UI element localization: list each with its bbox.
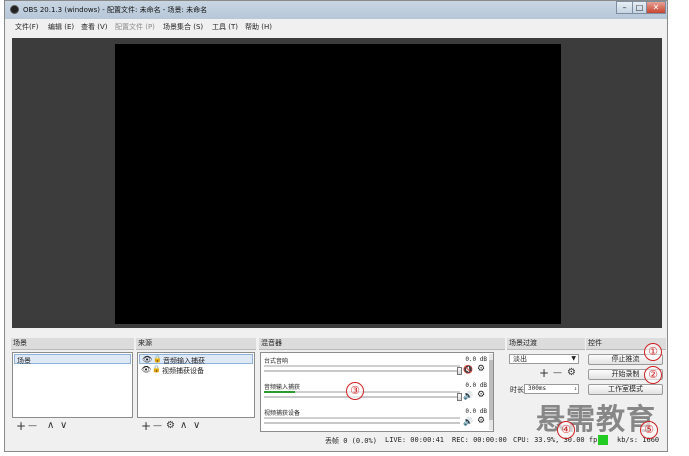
lock-icon[interactable]: 🔒 [152, 365, 161, 373]
remove-source-button[interactable]: — [153, 420, 162, 432]
volume-slider-handle[interactable] [457, 393, 462, 401]
menu-view[interactable]: 查看 (V) [81, 22, 107, 32]
scenes-list[interactable]: 场景 [12, 352, 133, 418]
transitions-dock-title: 场景过渡 [507, 338, 585, 350]
move-scene-down-button[interactable]: ∨ [60, 420, 67, 432]
volume-slider-track[interactable] [264, 370, 460, 372]
transition-select[interactable]: 淡出 ▼ [509, 354, 579, 364]
lock-icon[interactable]: 🔒 [153, 355, 162, 363]
source-item[interactable]: 👁 🔒 音频输入捕获 [139, 354, 253, 365]
annotation-4: ④ [557, 421, 575, 439]
channel-db: 0.0 dB [465, 356, 487, 363]
menu-file[interactable]: 文件(F) [15, 22, 39, 32]
muted-speaker-icon[interactable]: 🔇 [463, 365, 473, 374]
transition-selected: 淡出 [513, 355, 527, 363]
sources-dock: 来源 👁 🔒 音频输入捕获 👁 🔒 视频捕获设备 + — ⚙ ∧ ∨ [136, 338, 256, 436]
add-transition-button[interactable]: + [539, 367, 549, 379]
annotation-3: ③ [346, 382, 364, 400]
scenes-dock-title: 场景 [11, 338, 134, 350]
eye-icon[interactable]: 👁 [142, 355, 152, 364]
add-source-button[interactable]: + [141, 420, 151, 432]
menu-help[interactable]: 帮助 (H) [245, 22, 272, 32]
studio-mode-button[interactable]: 工作室模式 [588, 384, 663, 395]
eye-icon[interactable]: 👁 [141, 365, 151, 374]
volume-slider-handle[interactable] [457, 367, 462, 375]
speaker-icon[interactable]: 🔊 [463, 417, 473, 426]
channel-settings-gear-icon[interactable]: ⚙ [477, 416, 485, 426]
preview-canvas[interactable] [115, 44, 561, 324]
menu-tools[interactable]: 工具 (T) [212, 22, 238, 32]
channel-db: 0.0 dB [465, 408, 487, 415]
channel-db: 0.0 dB [465, 382, 487, 389]
add-scene-button[interactable]: + [16, 420, 26, 432]
scene-item[interactable]: 场景 [14, 354, 131, 365]
volume-slider-track[interactable] [264, 422, 460, 424]
sources-dock-title: 来源 [136, 338, 256, 350]
watermark-text: 悬需教育 [536, 402, 657, 436]
menu-scene-collection[interactable]: 场景集合 (S) [163, 22, 203, 32]
volume-meter [264, 365, 460, 367]
mixer-channel: 音频输入捕获 0.0 dB 🔊 ⚙ [261, 381, 493, 405]
rec-timer: REC: 00:00:00 [452, 436, 507, 444]
annotation-2: ② [644, 366, 662, 384]
mixer-channels: 台式音响 0.0 dB 🔇 ⚙ 音频输入捕获 0.0 dB 🔊 ⚙ 视频捕获设备… [260, 352, 494, 432]
live-timer: LIVE: 00:00:41 [385, 436, 445, 444]
remove-scene-button[interactable]: — [28, 420, 37, 432]
menu-edit[interactable]: 编辑 (E) [48, 22, 74, 32]
title-bar: OBS 20.1.3 (windows) - 配置文件: 未命名 - 场景: 未… [5, 1, 667, 19]
source-item[interactable]: 👁 🔒 视频捕获设备 [139, 365, 253, 375]
minimize-button[interactable]: – [616, 1, 633, 14]
annotation-5: ⑤ [640, 421, 658, 439]
channel-name: 视频捕获设备 [264, 410, 301, 417]
spin-arrows-icon[interactable]: ⇕ [574, 385, 577, 393]
menu-profile[interactable]: 配置文件 (P) [115, 22, 155, 32]
speaker-icon[interactable]: 🔊 [463, 391, 473, 400]
duration-label: 时长 [510, 386, 524, 394]
scenes-dock: 场景 场景 + — ∧ ∨ [11, 338, 134, 436]
channel-settings-gear-icon[interactable]: ⚙ [477, 364, 485, 374]
channel-name: 音频输入捕获 [264, 384, 301, 391]
close-button[interactable]: ✕ [646, 1, 666, 14]
menu-bar: 文件(F) 编辑 (E) 查看 (V) 配置文件 (P) 场景集合 (S) 工具… [5, 19, 667, 34]
dropped-frames: 丢帧 0 (0.0%) [325, 437, 377, 445]
duration-value: 300ms [528, 385, 547, 392]
mixer-scrollbar[interactable] [489, 354, 493, 430]
move-source-up-button[interactable]: ∧ [180, 420, 187, 432]
move-source-down-button[interactable]: ∨ [193, 420, 200, 432]
mixer-channel: 视频捕获设备 0.0 dB 🔊 ⚙ [261, 407, 493, 431]
mixer-channel: 台式音响 0.0 dB 🔇 ⚙ [261, 355, 493, 379]
move-scene-up-button[interactable]: ∧ [47, 420, 54, 432]
annotation-1: ① [644, 343, 662, 361]
obs-logo-icon [10, 5, 19, 14]
channel-name: 台式音响 [264, 358, 289, 365]
maximize-button[interactable]: □ [632, 1, 647, 14]
scene-item-label: 场景 [17, 357, 31, 365]
chevron-down-icon: ▼ [571, 355, 576, 362]
sources-list[interactable]: 👁 🔒 音频输入捕获 👁 🔒 视频捕获设备 [137, 352, 255, 418]
mixer-dock: 混音器 台式音响 0.0 dB 🔇 ⚙ 音频输入捕获 0.0 dB 🔊 ⚙ 视频… [259, 338, 505, 436]
transition-properties-gear-icon[interactable]: ⚙ [567, 367, 576, 379]
window-title: OBS 20.1.3 (windows) - 配置文件: 未命名 - 场景: 未… [23, 6, 208, 14]
mixer-scrollbar-thumb[interactable] [489, 360, 493, 420]
channel-settings-gear-icon[interactable]: ⚙ [477, 390, 485, 400]
duration-spinbox[interactable]: 300ms ⇕ [524, 384, 579, 394]
obs-window: OBS 20.1.3 (windows) - 配置文件: 未命名 - 场景: 未… [4, 0, 668, 452]
mixer-dock-title: 混音器 [259, 338, 505, 350]
source-properties-gear-icon[interactable]: ⚙ [166, 420, 175, 432]
volume-meter-level [264, 391, 295, 393]
volume-meter [264, 417, 460, 419]
source-item-label: 视频捕获设备 [162, 367, 204, 375]
remove-transition-button[interactable]: — [553, 367, 562, 379]
